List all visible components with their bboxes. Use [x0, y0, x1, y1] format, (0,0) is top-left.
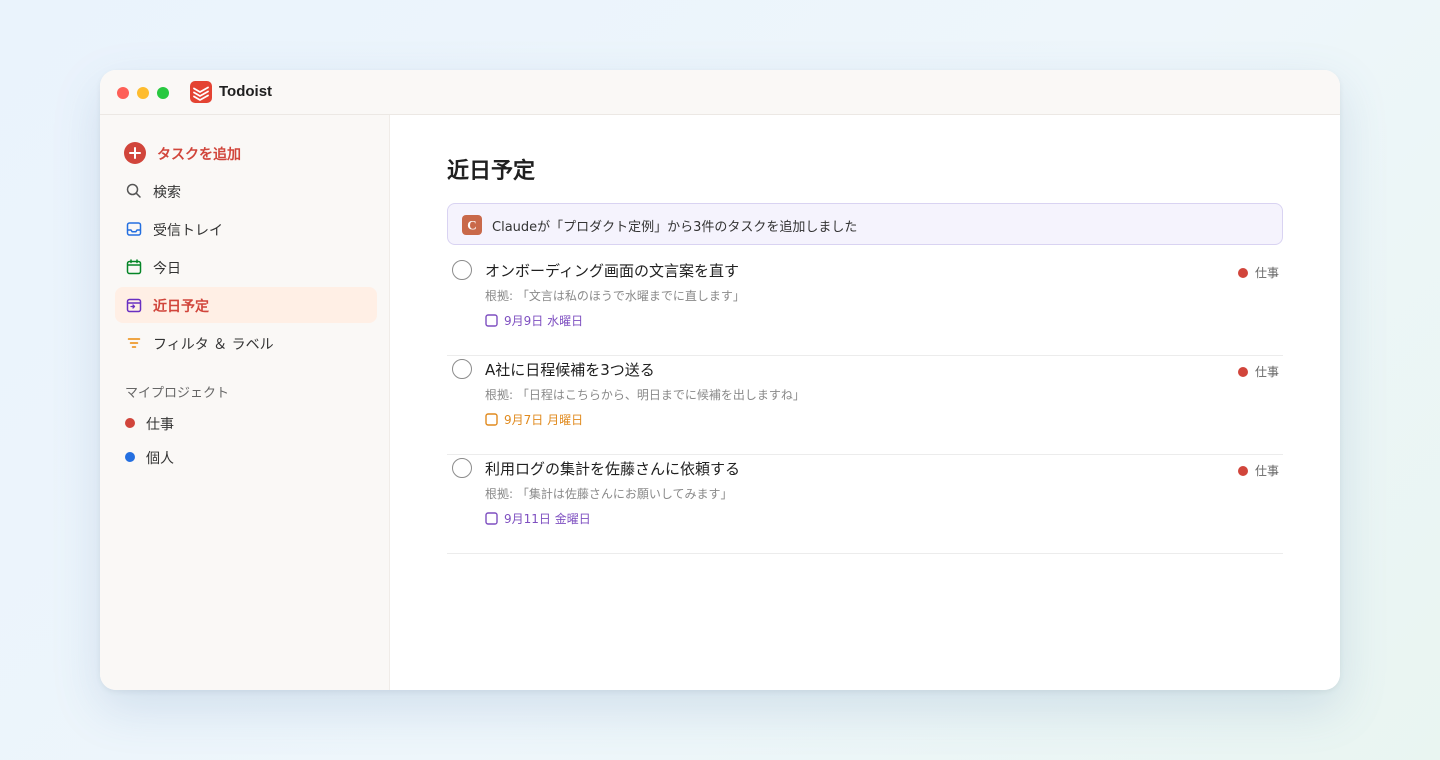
close-window-button[interactable] — [117, 87, 129, 99]
calendar-today-icon — [126, 259, 142, 275]
project-tag-label: 仕事 — [1254, 464, 1279, 478]
calendar-icon — [485, 413, 498, 426]
task-project-tag[interactable]: 仕事 — [1237, 264, 1279, 281]
project-label: 仕事 — [146, 417, 174, 433]
task-complete-checkbox[interactable] — [452, 359, 472, 379]
task-complete-checkbox[interactable] — [452, 458, 472, 478]
project-color-dot — [1237, 367, 1248, 377]
inbox-icon — [126, 222, 142, 236]
title-bar: Todoist — [100, 70, 1340, 115]
sidebar-item-label: 受信トレイ — [153, 223, 223, 239]
task-title[interactable]: オンボーディング画面の文言案を直す — [485, 260, 739, 281]
add-task-button[interactable]: タスクを追加 — [115, 135, 377, 171]
claude-icon: C — [462, 215, 482, 235]
calendar-icon — [485, 512, 498, 525]
sidebar-item-upcoming[interactable]: 近日予定 — [115, 287, 377, 323]
main-content: 近日予定 C Claudeが「プロダクト定例」から3件のタスクを追加しました オ… — [391, 115, 1340, 690]
maximize-window-button[interactable] — [157, 87, 169, 99]
due-date-label: 9月9日 水曜日 — [504, 314, 584, 328]
sidebar-item-label: 今日 — [153, 261, 181, 277]
task-complete-checkbox[interactable] — [452, 260, 472, 280]
project-label: 個人 — [146, 451, 174, 467]
task-project-tag[interactable]: 仕事 — [1237, 462, 1279, 479]
sidebar-item-label: 検索 — [153, 185, 181, 201]
task-basis: 根拠: 「文言は私のほうで水曜までに直します」 — [485, 289, 745, 303]
banner-text: Claudeが「プロダクト定例」から3件のタスクを追加しました — [492, 220, 858, 235]
due-date-label: 9月7日 月曜日 — [504, 413, 584, 427]
add-task-label: タスクを追加 — [157, 147, 241, 163]
sidebar-item-filters-labels[interactable]: フィルタ ＆ ラベル — [115, 325, 377, 361]
page-title: 近日予定 — [447, 159, 536, 184]
projects-section-title: マイプロジェクト — [125, 386, 230, 401]
project-tag-label: 仕事 — [1254, 266, 1279, 280]
calendar-icon — [485, 314, 498, 327]
task-basis: 根拠: 「日程はこちらから、明日までに候補を出しますね」 — [485, 388, 805, 402]
task-title[interactable]: 利用ログの集計を佐藤さんに依頼する — [485, 458, 740, 479]
app-window: Todoist タスクを追加 検索 受信トレイ 今日 近日予定 フィルタ ＆ ラ… — [100, 70, 1340, 690]
calendar-upcoming-icon — [126, 298, 142, 313]
task-project-tag[interactable]: 仕事 — [1237, 363, 1279, 380]
project-color-dot — [125, 452, 135, 462]
sidebar-item-search[interactable]: 検索 — [115, 173, 377, 209]
project-tag-label: 仕事 — [1254, 365, 1279, 379]
sidebar-item-label: 近日予定 — [153, 299, 209, 315]
sidebar-item-label: フィルタ ＆ ラベル — [153, 337, 274, 353]
sidebar-item-today[interactable]: 今日 — [115, 249, 377, 285]
project-color-dot — [1237, 466, 1248, 476]
search-icon — [126, 183, 141, 198]
app-title: Todoist — [219, 83, 273, 100]
claude-icon-letter: C — [467, 218, 476, 233]
sidebar-item-inbox[interactable]: 受信トレイ — [115, 211, 377, 247]
task-item[interactable]: A社に日程候補を3つ送る 根拠: 「日程はこちらから、明日までに候補を出しますね… — [447, 356, 1283, 455]
sidebar: タスクを追加 検索 受信トレイ 今日 近日予定 フィルタ ＆ ラベル マイプロジ… — [100, 115, 390, 690]
task-item[interactable]: オンボーディング画面の文言案を直す 根拠: 「文言は私のほうで水曜までに直します… — [447, 257, 1283, 356]
filter-icon — [127, 338, 141, 348]
todoist-logo-icon — [190, 81, 212, 103]
task-title[interactable]: A社に日程候補を3つ送る — [485, 359, 655, 380]
project-color-dot — [125, 418, 135, 428]
claude-notification-banner: C Claudeが「プロダクト定例」から3件のタスクを追加しました — [447, 203, 1283, 245]
task-basis: 根拠: 「集計は佐藤さんにお願いしてみます」 — [485, 487, 733, 501]
minimize-window-button[interactable] — [137, 87, 149, 99]
due-date-label: 9月11日 金曜日 — [504, 512, 591, 526]
plus-circle-icon — [124, 142, 146, 164]
project-color-dot — [1237, 268, 1248, 278]
task-item[interactable]: 利用ログの集計を佐藤さんに依頼する 根拠: 「集計は佐藤さんにお願いしてみます」… — [447, 455, 1283, 554]
